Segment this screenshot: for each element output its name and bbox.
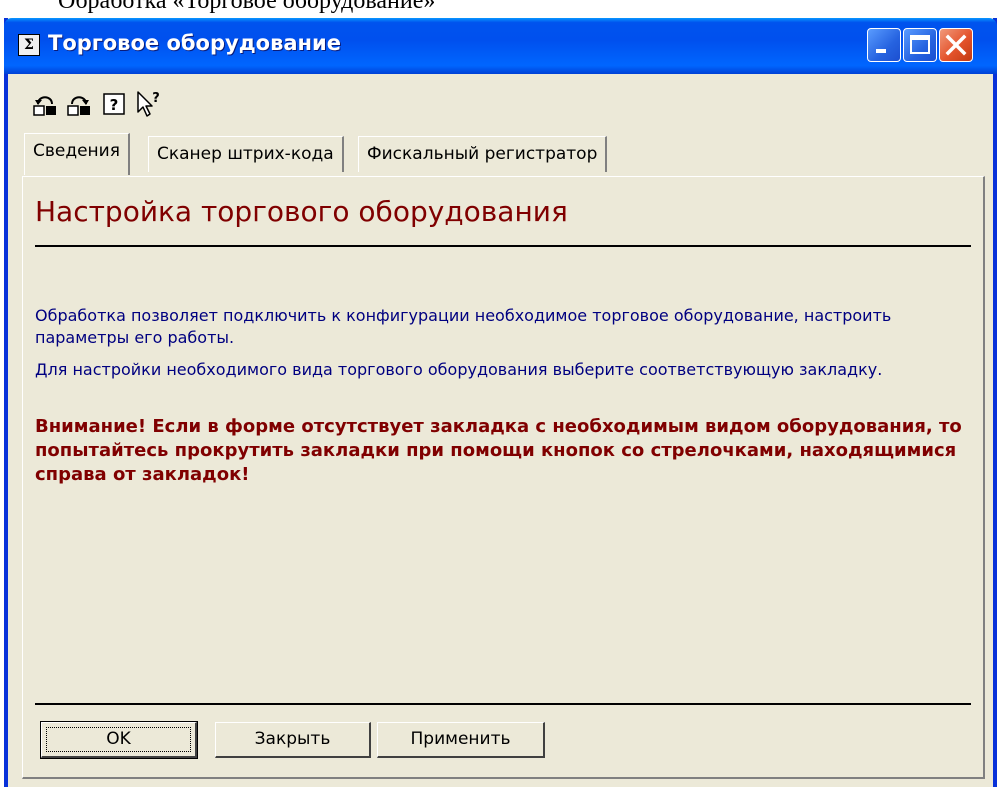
restore-values-button[interactable] [32,90,60,118]
save-values-button[interactable] [66,90,94,118]
help-icon: ? [103,93,125,115]
minimize-button[interactable] [867,28,901,62]
tab-barcode-scanner[interactable]: Сканер штрих-кода [148,136,344,172]
document-caption: Обработка «Торговое оборудование» [58,0,436,14]
window-title: Торговое оборудование [48,31,342,55]
tab-fiscal-register[interactable]: Фискальный регистратор [358,136,608,172]
save-values-icon [67,96,90,116]
apply-button[interactable]: Применить [377,722,545,758]
divider-top [35,245,971,247]
tab-info[interactable]: Сведения [24,133,130,175]
tab-strip: Сведения Сканер штрих-кода Фискальный ре… [8,133,993,176]
restore-values-icon [33,96,56,116]
title-bar[interactable]: Σ Торговое оборудование [4,18,997,74]
close-icon [945,34,967,56]
ok-button[interactable]: OK [40,721,198,759]
apply-button-label: Применить [410,729,511,749]
instruction-text: Для настройки необходимого вида торговог… [35,360,883,379]
minimize-icon [876,49,886,53]
svg-text:?: ? [152,91,160,106]
help-button[interactable]: ? [100,90,128,118]
divider-bottom [35,703,971,705]
context-help-button[interactable]: ? [134,90,162,118]
focus-rect [46,727,191,752]
description-text: Обработка позволяет подключить к конфигу… [35,306,892,347]
sigma-icon: Σ [18,34,40,56]
close-button[interactable] [939,28,973,62]
dialog-window: Σ Торговое оборудование ? ? Сведения Ска… [4,18,997,787]
toolbar: ? ? [8,74,993,136]
maximize-icon [910,35,930,54]
close-dialog-button[interactable]: Закрыть [215,722,371,758]
tab-panel: Настройка торгового оборудования Обработ… [22,176,985,779]
close-button-label: Закрыть [254,729,331,749]
warning-text: Внимание! Если в форме отсутствует закла… [35,416,962,485]
context-help-icon: ? [137,91,160,117]
page-heading: Настройка торгового оборудования [35,195,568,228]
maximize-button[interactable] [903,28,937,62]
svg-text:?: ? [110,96,119,114]
